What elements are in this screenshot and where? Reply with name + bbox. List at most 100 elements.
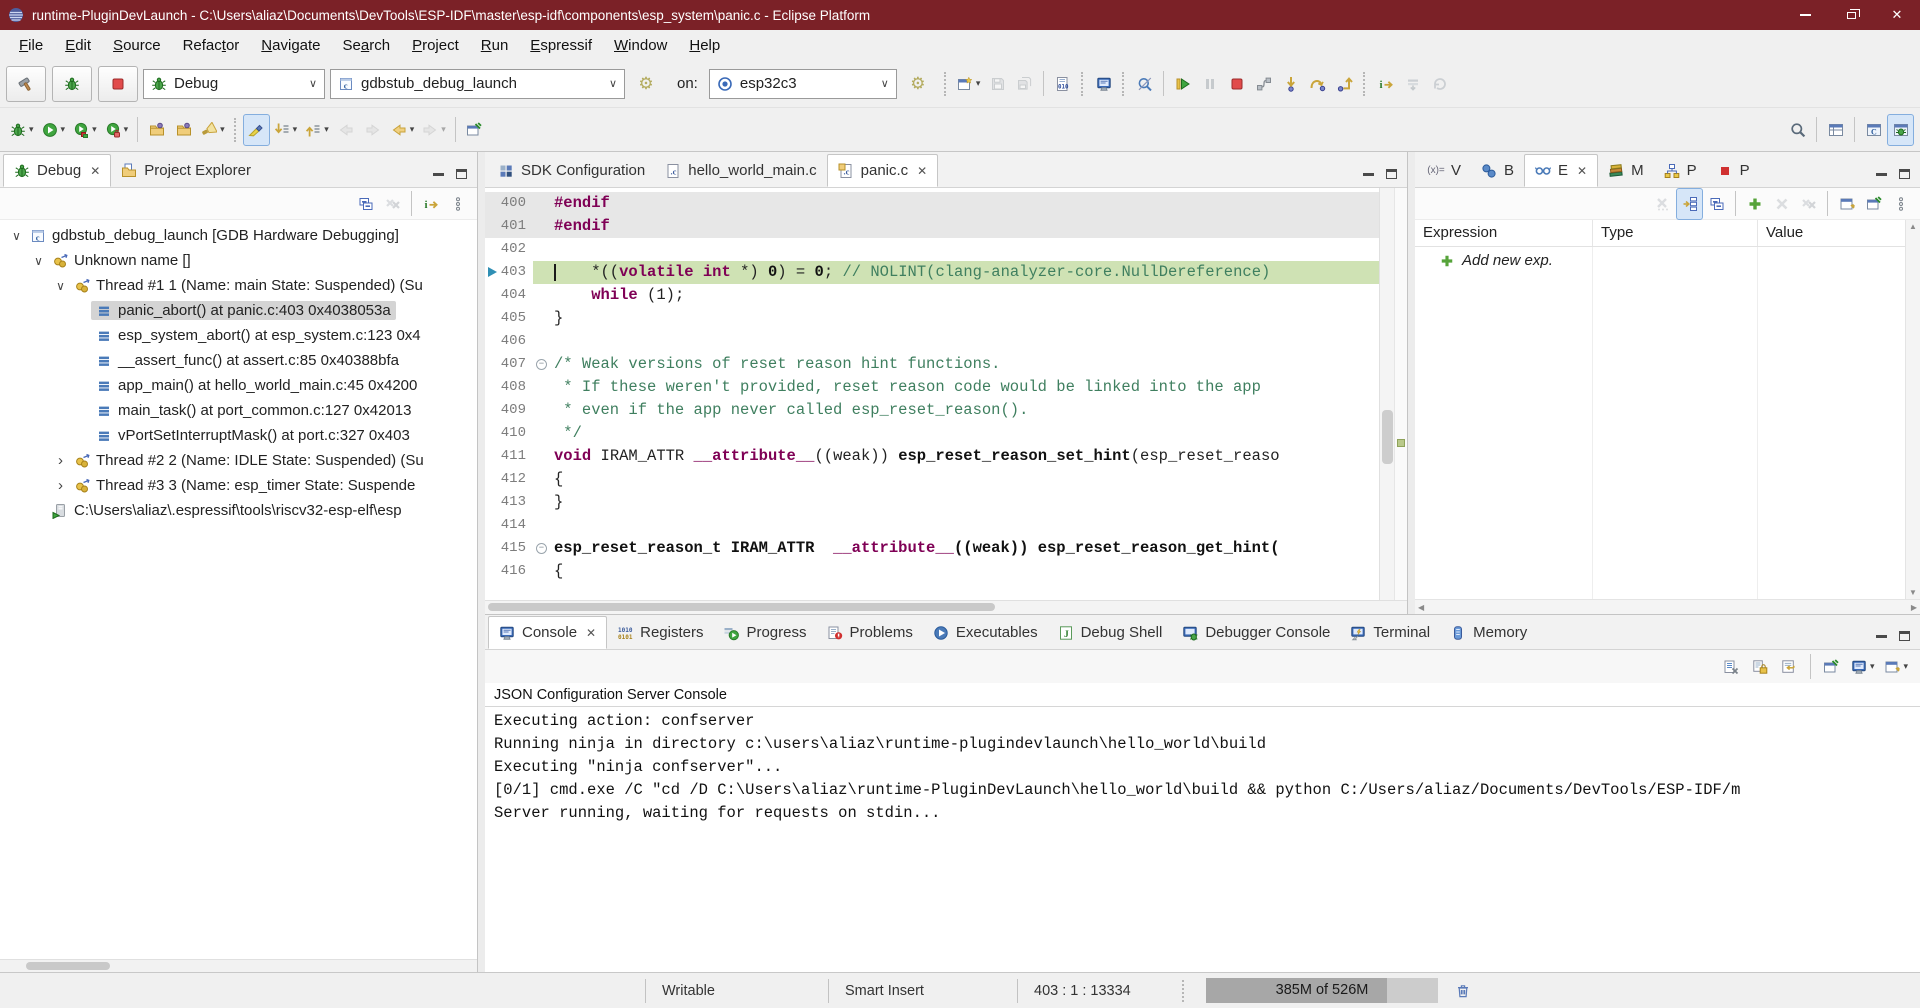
- dropdown-arrow-icon[interactable]: ▾: [29, 124, 34, 135]
- remove-all-icon[interactable]: [1795, 188, 1822, 220]
- dropdown-arrow-icon[interactable]: ▾: [293, 124, 298, 135]
- restart-icon[interactable]: [1426, 68, 1453, 100]
- remove-all-terminated-icon[interactable]: [379, 188, 406, 220]
- menu-refactor[interactable]: Refactor: [172, 37, 251, 54]
- tree-item[interactable]: ›Thread #3 3 (Name: esp_timer State: Sus…: [0, 473, 477, 498]
- tab-project-explorer[interactable]: Project Explorer: [111, 154, 261, 187]
- tree-item[interactable]: vPortSetInterruptMask() at port.c:327 0x…: [0, 423, 477, 448]
- close-tab-icon[interactable]: ✕: [90, 164, 100, 178]
- tab-p[interactable]: P: [1654, 154, 1707, 187]
- save-all-icon[interactable]: [1011, 68, 1038, 100]
- editor-tab-hello-world-main-c[interactable]: .chello_world_main.c: [655, 154, 826, 187]
- menu-espressif[interactable]: Espressif: [519, 37, 603, 54]
- perspective-cpp-icon[interactable]: C: [1860, 114, 1887, 146]
- editor-horizontal-scrollbar[interactable]: [485, 600, 1407, 614]
- code-line-404[interactable]: 404 while (1);: [485, 284, 1379, 307]
- display-console-icon[interactable]: ▾: [1847, 651, 1879, 683]
- binary-file-icon[interactable]: 010: [1049, 68, 1076, 100]
- new-view-icon[interactable]: [1833, 188, 1860, 220]
- dropdown-arrow-icon[interactable]: ▾: [92, 124, 97, 135]
- profile-icon[interactable]: ▾: [101, 114, 133, 146]
- tab-memory[interactable]: Memory: [1440, 616, 1537, 649]
- launch-mode-combo[interactable]: Debug ∨: [143, 69, 325, 99]
- tree-item[interactable]: panic_abort() at panic.c:403 0x4038053a: [0, 298, 477, 323]
- remove-icon[interactable]: [1768, 188, 1795, 220]
- code-line-400[interactable]: 400#endif: [485, 192, 1379, 215]
- flashlight-search-icon[interactable]: ▾: [197, 114, 229, 146]
- code-line-409[interactable]: 409 * even if the app never called esp_r…: [485, 399, 1379, 422]
- show-type-names-icon[interactable]: [1649, 188, 1676, 220]
- tab-v[interactable]: (x)=V: [1418, 154, 1471, 187]
- search-icon[interactable]: [1784, 114, 1811, 146]
- forward-small-icon[interactable]: [360, 114, 387, 146]
- tree-item[interactable]: main_task() at port_common.c:127 0x42013: [0, 398, 477, 423]
- resume-icon[interactable]: [1169, 68, 1196, 100]
- expressions-vertical-scrollbar[interactable]: ▲▼: [1905, 220, 1920, 599]
- run-history-icon[interactable]: ▾: [38, 114, 70, 146]
- maximize-view-icon[interactable]: [1899, 169, 1910, 179]
- menu-source[interactable]: Source: [102, 37, 172, 54]
- menu-run[interactable]: Run: [470, 37, 520, 54]
- minimize-button[interactable]: [1782, 0, 1828, 30]
- close-tab-icon[interactable]: ✕: [1577, 164, 1587, 178]
- dropdown-arrow-icon[interactable]: ▾: [1870, 661, 1875, 672]
- drop-to-frame-icon[interactable]: [1399, 68, 1426, 100]
- debug-horizontal-scrollbar[interactable]: [0, 959, 477, 972]
- step-return-icon[interactable]: [1331, 68, 1358, 100]
- editor-tab-sdk-configuration[interactable]: SDK Configuration: [488, 154, 655, 187]
- tab-console[interactable]: Console✕: [488, 616, 607, 649]
- maximize-view-icon[interactable]: [456, 169, 467, 179]
- dropdown-arrow-icon[interactable]: ▾: [1903, 661, 1908, 672]
- instruction-stepping-mode-icon[interactable]: i: [417, 188, 444, 220]
- dropdown-arrow-icon[interactable]: ▾: [410, 124, 415, 135]
- tab-b[interactable]: B: [1471, 154, 1524, 187]
- chevron-expanded-icon[interactable]: ∨: [30, 254, 47, 268]
- build-hammer-button[interactable]: [6, 66, 46, 102]
- search-mark-icon[interactable]: [1131, 68, 1158, 100]
- step-over-icon[interactable]: [1304, 68, 1331, 100]
- close-button[interactable]: ✕: [1874, 0, 1920, 30]
- pin-console-icon[interactable]: [1818, 651, 1845, 683]
- dropdown-arrow-icon[interactable]: ▾: [220, 124, 225, 135]
- tab-e[interactable]: E✕: [1524, 154, 1598, 187]
- maximize-view-icon[interactable]: [1386, 169, 1397, 179]
- perspective-debug-icon[interactable]: [1887, 114, 1914, 146]
- menu-help[interactable]: Help: [678, 37, 731, 54]
- maximize-view-icon[interactable]: [1899, 631, 1910, 641]
- word-wrap-icon[interactable]: [1776, 651, 1803, 683]
- dropdown-arrow-icon[interactable]: ▾: [61, 124, 66, 135]
- minimize-view-icon[interactable]: [1876, 635, 1887, 638]
- right-sash[interactable]: [1408, 152, 1415, 614]
- suspend-icon[interactable]: [1196, 68, 1223, 100]
- chevron-expanded-icon[interactable]: ∨: [8, 229, 25, 243]
- target-combo[interactable]: esp32c3 ∨: [709, 69, 897, 99]
- tab-executables[interactable]: Executables: [923, 616, 1048, 649]
- clear-console-icon[interactable]: [1718, 651, 1745, 683]
- code-line-410[interactable]: 410 */: [485, 422, 1379, 445]
- edit-target-gear-icon[interactable]: ⚙: [902, 68, 934, 100]
- tab-progress[interactable]: Progress: [713, 616, 816, 649]
- menu-file[interactable]: File: [8, 37, 54, 54]
- previous-annotation-icon[interactable]: ▾: [301, 114, 333, 146]
- code-line-408[interactable]: 408 * If these weren't provided, reset r…: [485, 376, 1379, 399]
- tab-debug-shell[interactable]: JDebug Shell: [1048, 616, 1173, 649]
- console-body[interactable]: JSON Configuration Server Console Execut…: [485, 683, 1920, 972]
- menu-navigate[interactable]: Navigate: [250, 37, 331, 54]
- tree-item[interactable]: ∨Thread #1 1 (Name: main State: Suspende…: [0, 273, 477, 298]
- open-trace-icon[interactable]: [143, 114, 170, 146]
- code-line-412[interactable]: 412{: [485, 468, 1379, 491]
- next-annotation-icon[interactable]: ▾: [270, 114, 302, 146]
- run-garbage-collector-button[interactable]: [1448, 977, 1478, 1005]
- column-expression[interactable]: Expression: [1415, 220, 1593, 246]
- code-line-403[interactable]: 403 *((volatile int *) 0) = 0; // NOLINT…: [485, 261, 1379, 284]
- instruction-stepping-icon[interactable]: i: [1372, 68, 1399, 100]
- code-editor[interactable]: 400#endif401#endif402403 *((volatile int…: [485, 188, 1379, 600]
- close-tab-icon[interactable]: ✕: [917, 164, 927, 178]
- minimize-view-icon[interactable]: [1363, 173, 1374, 176]
- save-icon[interactable]: [984, 68, 1011, 100]
- close-tab-icon[interactable]: ✕: [586, 626, 596, 640]
- dropdown-arrow-icon[interactable]: ▾: [324, 124, 329, 135]
- tree-item[interactable]: ›Thread #2 2 (Name: IDLE State: Suspende…: [0, 448, 477, 473]
- menu-search[interactable]: Search: [332, 37, 402, 54]
- back-icon[interactable]: [333, 114, 360, 146]
